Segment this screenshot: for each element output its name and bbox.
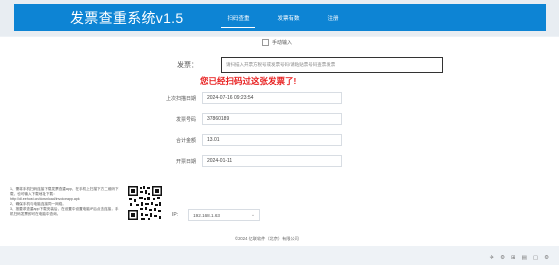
manual-input-label: 手动输入: [272, 40, 293, 46]
invoice-label: 发票：: [177, 62, 198, 69]
manual-input-option[interactable]: 手动输入: [262, 39, 292, 46]
nav-item-register[interactable]: 注册: [314, 4, 353, 31]
qr-code-image: [127, 185, 163, 221]
main-nav: 扫码查重 发票有数 注册: [213, 4, 352, 31]
settings-icon[interactable]: ⚙: [544, 255, 549, 261]
field-row-last-scan: 上次扫描日期 2024-07-16 09:23:54: [140, 92, 342, 104]
layers-icon[interactable]: ▤: [522, 255, 527, 261]
ip-select[interactable]: 192.168.1.63 ⌄: [188, 209, 261, 221]
field-row-total: 合计金额 13.01: [140, 134, 342, 146]
pin-icon[interactable]: ✈: [490, 255, 495, 261]
field-row-invoice-date: 开票日期 2024-01-11: [140, 155, 342, 167]
invoice-date-label: 开票日期: [175, 158, 196, 165]
duplicate-notice: 您已经扫码过这张发票了!: [200, 76, 297, 86]
field-row-invoice-number: 发票号码 37860189: [140, 113, 342, 125]
invoice-number-field[interactable]: 37860189: [202, 113, 342, 125]
chevron-down-icon: ⌄: [250, 212, 256, 218]
invoice-input[interactable]: 请扫描入开票方税号或发票号码/请粘贴票号码查票发票: [221, 57, 443, 73]
last-scan-field[interactable]: 2024-07-16 09:23:54: [202, 92, 342, 104]
nav-item-scan[interactable]: 扫码查重: [213, 4, 263, 31]
last-scan-label: 上次扫描日期: [165, 95, 196, 102]
status-icons: ✈ ⚙ ⊞ ▤ ▢ ⚙: [490, 255, 550, 261]
nav-item-invoices[interactable]: 发票有数: [263, 4, 313, 31]
invoice-date-field[interactable]: 2024-01-11: [202, 155, 342, 167]
ip-row: IP: 192.168.1.63 ⌄: [172, 209, 261, 221]
header-bar: 发票查重系统v1.5 扫码查重 发票有数 注册: [14, 4, 546, 31]
copyright: ©2024 亿联软件（北京）有限公司: [235, 236, 299, 241]
doc-icon[interactable]: ▢: [533, 255, 538, 261]
invoice-row: 发票： 请扫描入开票方税号或发票号码/请粘贴票号码查票发票: [172, 57, 443, 73]
invoice-number-label: 发票号码: [175, 116, 196, 123]
ip-value: 192.168.1.63: [193, 212, 220, 218]
help-text: 1、需将手机扫码连接下载发票查重app，在手机上扫描下方二维码下载，也可输入下载…: [10, 187, 119, 216]
total-amount-label: 合计金额: [175, 137, 196, 144]
ip-label: IP:: [172, 212, 179, 218]
grid-icon[interactable]: ⊞: [511, 255, 516, 261]
gear-icon[interactable]: ⚙: [500, 255, 505, 261]
app-title: 发票查重系统v1.5: [70, 9, 184, 26]
total-amount-field[interactable]: 13.01: [202, 134, 342, 146]
manual-input-checkbox[interactable]: [262, 39, 269, 46]
